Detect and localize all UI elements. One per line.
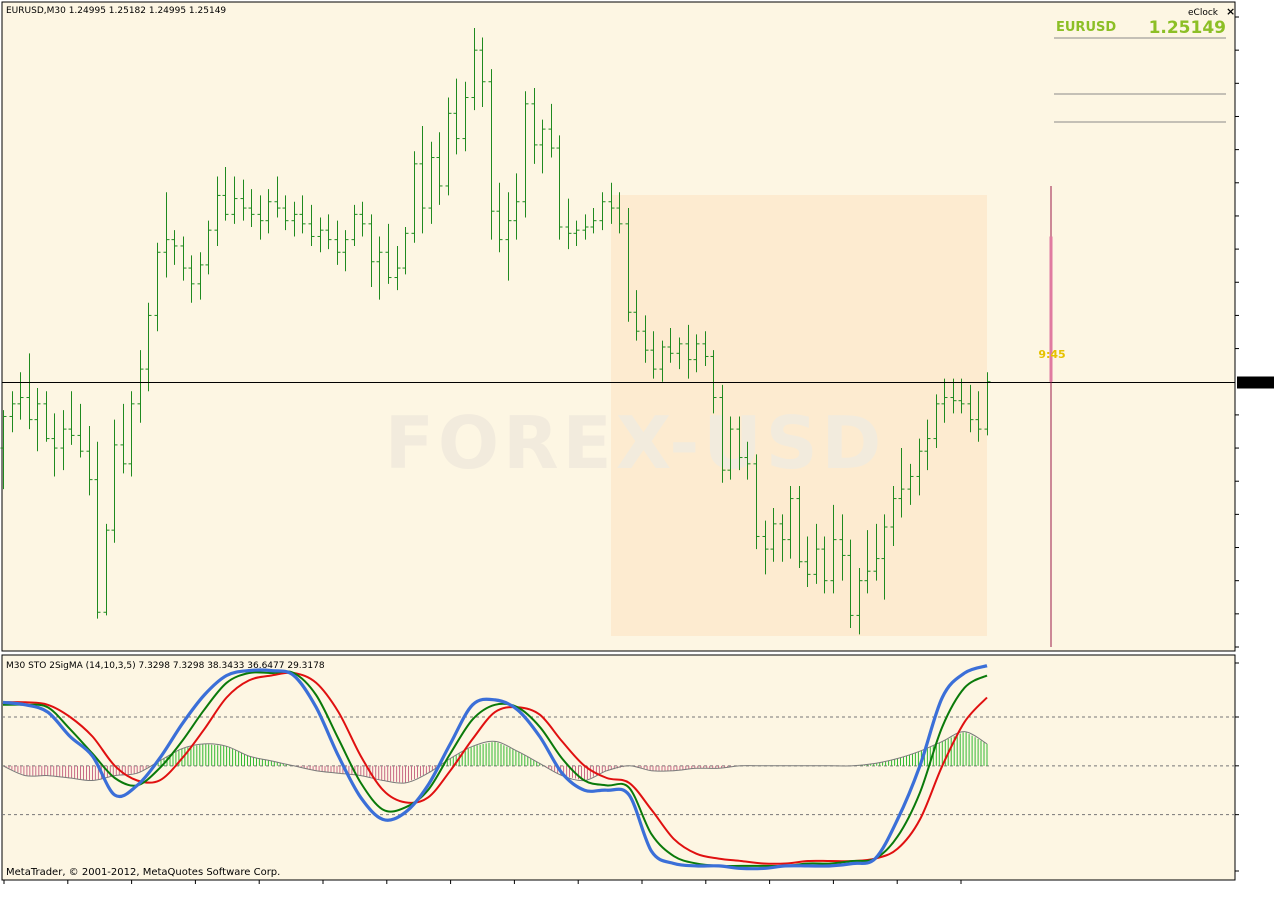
price-axis xyxy=(1235,16,1239,648)
chart-header: EURUSD,M30 1.24995 1.25182 1.24995 1.251… xyxy=(6,6,226,16)
copyright: MetaTrader, © 2001-2012, MetaQuotes Soft… xyxy=(6,867,280,878)
bar-timer: 9:45 xyxy=(1038,348,1065,361)
eclock-close-icon[interactable]: × xyxy=(1226,5,1235,18)
watermark: FOREX-USD xyxy=(385,401,886,485)
chart-window[interactable]: FOREX-USD 9:45 EURUSD,M30 1.24995 1.2518… xyxy=(0,0,1274,896)
eclock-symbol: EURUSD xyxy=(1056,20,1116,35)
eclock-price: 1.25149 xyxy=(1149,18,1226,38)
chart-canvas[interactable]: FOREX-USD 9:45 EURUSD,M30 1.24995 1.2518… xyxy=(0,0,1274,896)
current-price-box xyxy=(1237,376,1274,389)
eclock-title: eClock xyxy=(1188,8,1219,18)
time-axis xyxy=(3,880,962,884)
